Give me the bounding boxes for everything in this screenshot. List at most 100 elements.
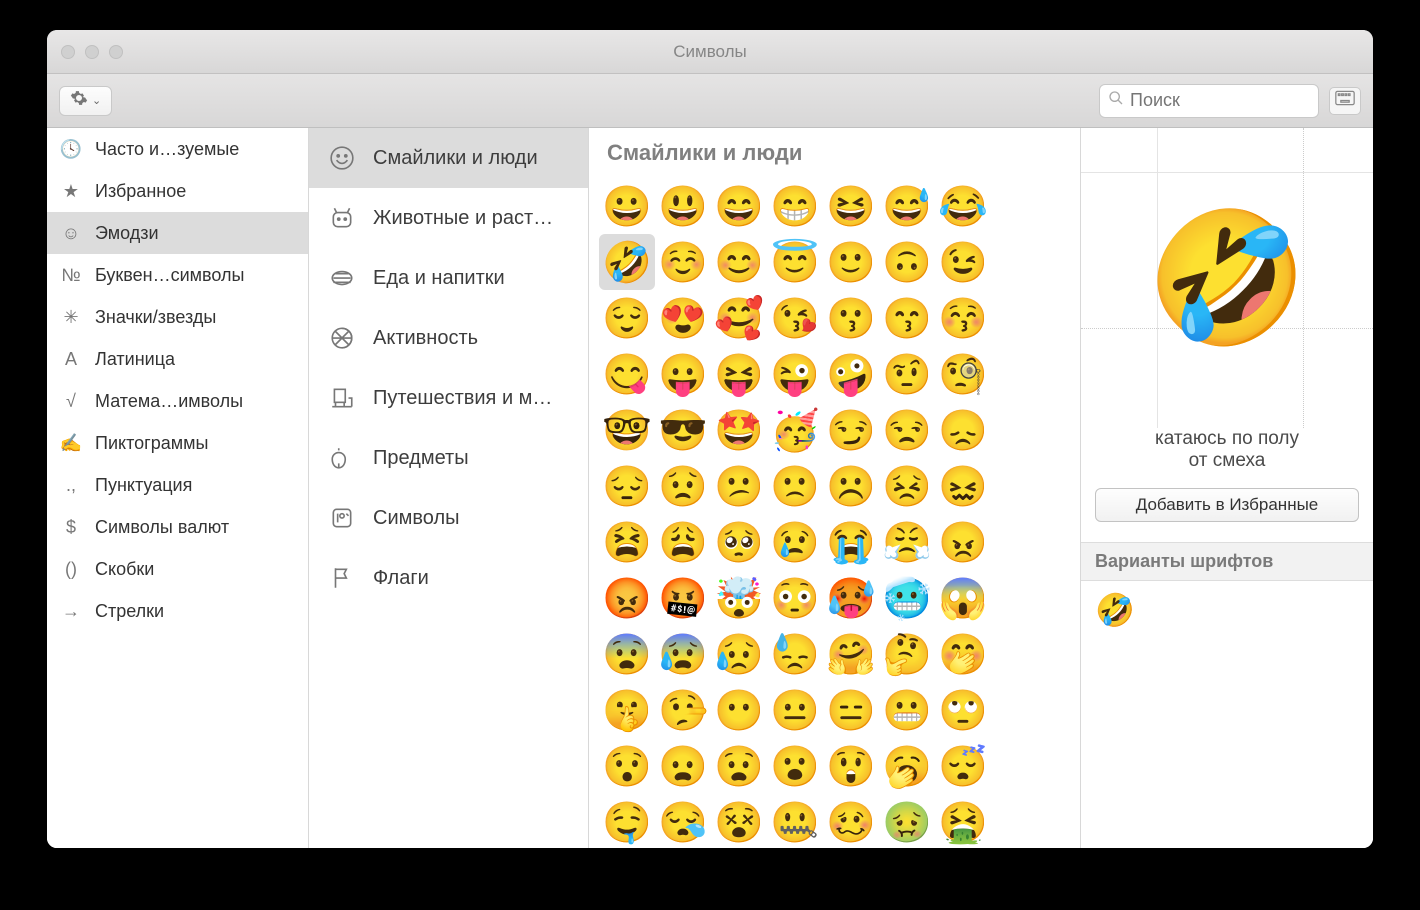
category-item[interactable]: Предметы	[309, 428, 588, 488]
emoji-cell[interactable]: 😫	[599, 514, 655, 570]
emoji-cell[interactable]: 🤮	[935, 794, 991, 848]
emoji-cell[interactable]: 🤨	[879, 346, 935, 402]
emoji-cell[interactable]: 🤪	[823, 346, 879, 402]
emoji-cell[interactable]: ☺️	[655, 234, 711, 290]
category-item[interactable]: Активность	[309, 308, 588, 368]
sidebar-item[interactable]: ☺Эмодзи	[47, 212, 308, 254]
emoji-cell[interactable]: 😡	[599, 570, 655, 626]
emoji-cell[interactable]: 😖	[935, 458, 991, 514]
emoji-cell[interactable]: 😭	[823, 514, 879, 570]
emoji-cell[interactable]: 😨	[599, 626, 655, 682]
emoji-cell[interactable]: 😣	[879, 458, 935, 514]
emoji-cell[interactable]: 😪	[655, 794, 711, 848]
emoji-cell[interactable]: 🙁	[767, 458, 823, 514]
add-favorites-button[interactable]: Добавить в Избранные	[1095, 488, 1359, 522]
emoji-cell[interactable]: 🙄	[935, 682, 991, 738]
search-field[interactable]	[1099, 84, 1319, 118]
emoji-cell[interactable]: 🤬	[655, 570, 711, 626]
emoji-cell[interactable]: 😒	[879, 402, 935, 458]
emoji-cell[interactable]: 🤭	[935, 626, 991, 682]
emoji-cell[interactable]: 😱	[935, 570, 991, 626]
emoji-cell[interactable]: 😜	[767, 346, 823, 402]
emoji-cell[interactable]: 😆	[823, 178, 879, 234]
emoji-cell[interactable]: 🤗	[823, 626, 879, 682]
category-item[interactable]: Животные и раст…	[309, 188, 588, 248]
emoji-cell[interactable]: 🥴	[823, 794, 879, 848]
emoji-cell[interactable]: ☹️	[823, 458, 879, 514]
sidebar-item[interactable]: ✳Значки/звезды	[47, 296, 308, 338]
emoji-cell[interactable]: 😅	[879, 178, 935, 234]
emoji-cell[interactable]: 😲	[823, 738, 879, 794]
emoji-cell[interactable]: 😔	[599, 458, 655, 514]
emoji-cell[interactable]: 🤩	[711, 402, 767, 458]
settings-menu-button[interactable]: ⌄	[59, 86, 112, 116]
emoji-cell[interactable]: 😩	[655, 514, 711, 570]
emoji-cell[interactable]: 😃	[655, 178, 711, 234]
emoji-cell[interactable]: 😥	[711, 626, 767, 682]
emoji-cell[interactable]: 🥶	[879, 570, 935, 626]
emoji-cell[interactable]: 😳	[767, 570, 823, 626]
keyboard-toggle-button[interactable]	[1329, 87, 1361, 115]
emoji-cell[interactable]: 🙃	[879, 234, 935, 290]
emoji-cell[interactable]: 😕	[711, 458, 767, 514]
emoji-cell[interactable]: 😚	[935, 290, 991, 346]
sidebar-item[interactable]: ★Избранное	[47, 170, 308, 212]
emoji-cell[interactable]: 😇	[767, 234, 823, 290]
emoji-cell[interactable]: 😦	[655, 738, 711, 794]
emoji-cell[interactable]: 😏	[823, 402, 879, 458]
emoji-cell[interactable]: 😓	[767, 626, 823, 682]
emoji-cell[interactable]: 😶	[711, 682, 767, 738]
emoji-cell[interactable]: 😙	[879, 290, 935, 346]
emoji-cell[interactable]: 😵	[711, 794, 767, 848]
emoji-cell[interactable]: 🤢	[879, 794, 935, 848]
category-item[interactable]: Еда и напитки	[309, 248, 588, 308]
emoji-cell[interactable]: 😘	[767, 290, 823, 346]
emoji-cell[interactable]: 😬	[879, 682, 935, 738]
emoji-cell[interactable]: 🤣	[599, 234, 655, 290]
sidebar-item[interactable]: ✍Пиктограммы	[47, 422, 308, 464]
category-item[interactable]: Путешествия и м…	[309, 368, 588, 428]
emoji-cell[interactable]: 😑	[823, 682, 879, 738]
emoji-cell[interactable]: 🤥	[655, 682, 711, 738]
emoji-cell[interactable]: 😂	[935, 178, 991, 234]
sidebar-item[interactable]: 🕓Часто и…зуемые	[47, 128, 308, 170]
sidebar-item[interactable]: №Буквен…символы	[47, 254, 308, 296]
emoji-cell[interactable]: 😊	[711, 234, 767, 290]
sidebar-item[interactable]: $Символы валют	[47, 506, 308, 548]
emoji-cell[interactable]: 😢	[767, 514, 823, 570]
emoji-cell[interactable]: 😰	[655, 626, 711, 682]
emoji-cell[interactable]: 😍	[655, 290, 711, 346]
emoji-cell[interactable]: 🙂	[823, 234, 879, 290]
emoji-cell[interactable]: 😉	[935, 234, 991, 290]
category-item[interactable]: Смайлики и люди	[309, 128, 588, 188]
emoji-cell[interactable]: 🧐	[935, 346, 991, 402]
emoji-cell[interactable]: 🤐	[767, 794, 823, 848]
emoji-cell[interactable]: 😟	[655, 458, 711, 514]
emoji-cell[interactable]: 😀	[599, 178, 655, 234]
emoji-cell[interactable]: 😝	[711, 346, 767, 402]
emoji-cell[interactable]: 🤤	[599, 794, 655, 848]
emoji-cell[interactable]: 🥰	[711, 290, 767, 346]
emoji-cell[interactable]: 😛	[655, 346, 711, 402]
emoji-cell[interactable]: 😯	[599, 738, 655, 794]
sidebar-item[interactable]: √Матема…имволы	[47, 380, 308, 422]
sidebar-item[interactable]: .,Пунктуация	[47, 464, 308, 506]
emoji-cell[interactable]: 🥺	[711, 514, 767, 570]
emoji-cell[interactable]: 😮	[767, 738, 823, 794]
emoji-cell[interactable]: 😴	[935, 738, 991, 794]
sidebar-item[interactable]: ()Скобки	[47, 548, 308, 590]
emoji-grid[interactable]: 😀😃😄😁😆😅😂🤣☺️😊😇🙂🙃😉😌😍🥰😘😗😙😚😋😛😝😜🤪🤨🧐🤓😎🤩🥳😏😒😞😔😟😕🙁…	[589, 174, 1080, 848]
emoji-cell[interactable]: 😌	[599, 290, 655, 346]
emoji-cell[interactable]: 😧	[711, 738, 767, 794]
category-item[interactable]: Символы	[309, 488, 588, 548]
emoji-cell[interactable]: 😋	[599, 346, 655, 402]
emoji-cell[interactable]: 😎	[655, 402, 711, 458]
emoji-cell[interactable]: 😞	[935, 402, 991, 458]
emoji-cell[interactable]: 😤	[879, 514, 935, 570]
font-variant[interactable]: 🤣	[1095, 591, 1135, 629]
sidebar-item[interactable]: AЛатиница	[47, 338, 308, 380]
emoji-cell[interactable]: 🥵	[823, 570, 879, 626]
emoji-cell[interactable]: 😗	[823, 290, 879, 346]
titlebar[interactable]: Символы	[47, 30, 1373, 74]
emoji-cell[interactable]: 🥳	[767, 402, 823, 458]
